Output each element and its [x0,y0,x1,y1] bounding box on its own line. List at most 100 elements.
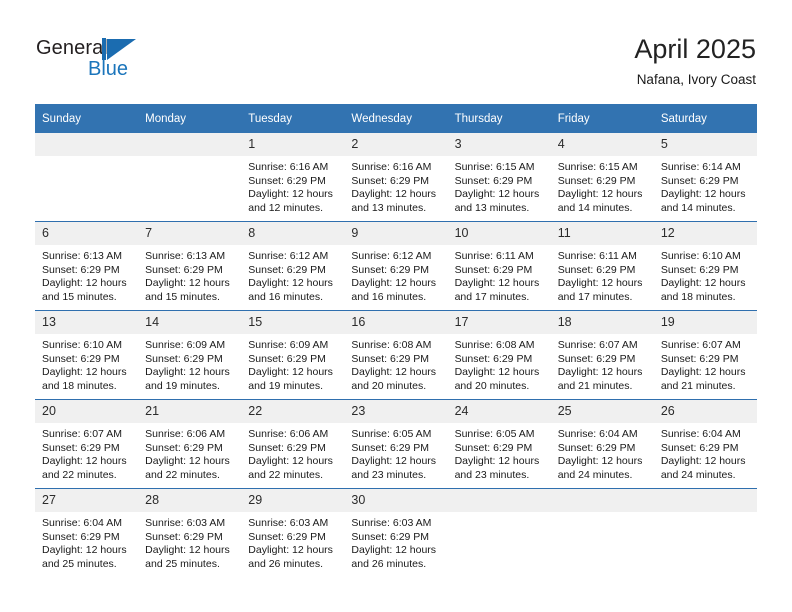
day-info-line: Sunset: 6:29 PM [557,263,636,276]
calendar-day-cell[interactable]: 13 Sunrise: 6:10 AM Sunset: 6:29 PM Dayligh… [35,310,139,400]
calendar-day-cell[interactable]: 20 Sunrise: 6:07 AM Sunset: 6:29 PM Dayligh… [35,399,139,489]
day-info-line: Daylight: 12 hours [145,455,230,468]
day-info-line: and 20 minutes. [351,379,427,392]
day-info-line: and 25 minutes. [145,557,220,570]
day-number: 25 [550,400,654,423]
calendar-day-cell[interactable]: 27 Sunrise: 6:04 AM Sunset: 6:29 PM Dayligh… [35,488,139,577]
calendar-day-cell[interactable]: 29 Sunrise: 6:03 AM Sunset: 6:29 PM Dayligh… [241,488,345,577]
day-info-line: Sunrise: 6:04 AM [42,517,122,529]
calendar-day-cell[interactable]: 21 Sunrise: 6:06 AM Sunset: 6:29 PM Dayligh… [138,399,242,489]
day-number [447,489,551,512]
calendar-day-cell[interactable]: 30 Sunrise: 6:03 AM Sunset: 6:29 PM Dayligh… [344,488,448,577]
day-info-line: Daylight: 12 hours [660,188,746,201]
day-info-line: Sunrise: 6:11 AM [557,250,637,262]
calendar-day-cell[interactable]: 22 Sunrise: 6:06 AM Sunset: 6:29 PM Dayligh… [241,399,345,489]
calendar-header-row: Sunday Monday Tuesday Wednesday Thursday Frid… [35,104,757,133]
day-info-line: Daylight: 12 hours [557,455,643,468]
day-info-line: Daylight: 12 hours [557,366,643,379]
day-info-line: Daylight: 12 hours [145,544,230,557]
calendar-day-cell[interactable]: 12 Sunrise: 6:10 AM Sunset: 6:29 PM Dayligh… [653,221,757,311]
day-info-line: and 17 minutes. [557,290,633,303]
calendar-day-cell[interactable]: 8 Sunrise: 6:12 AM Sunset: 6:29 PM Daylight… [241,221,345,311]
day-info-line: Sunrise: 6:04 AM [660,428,741,440]
day-info-line: Daylight: 12 hours [454,277,540,290]
calendar-day-cell[interactable]: 15 Sunrise: 6:09 AM Sunset: 6:29 PM Dayligh… [241,310,345,400]
day-number: 16 [344,311,448,334]
day-info-line: Sunrise: 6:12 AM [248,250,329,262]
calendar-day-cell[interactable]: 5 Sunrise: 6:14 AM Sunset: 6:29 PM Daylight… [653,133,757,222]
day-info-line: Sunrise: 6:03 AM [145,517,226,529]
calendar-empty-cell [653,488,757,577]
day-info-line: and 21 minutes. [557,379,633,392]
day-info-line: and 13 minutes. [454,201,530,214]
day-info-line: and 14 minutes. [660,201,736,214]
day-number: 4 [550,133,654,156]
calendar-day-cell[interactable]: 28 Sunrise: 6:03 AM Sunset: 6:29 PM Dayligh… [138,488,242,577]
day-number: 17 [447,311,551,334]
calendar-day-cell[interactable]: 2 Sunrise: 6:16 AM Sunset: 6:29 PM Daylight… [344,133,448,222]
calendar-day-cell[interactable]: 23 Sunrise: 6:05 AM Sunset: 6:29 PM Dayligh… [344,399,448,489]
day-sun-info: Sunrise: 6:06 AM Sunset: 6:29 PM Daylight:… [241,423,344,482]
day-info-line: Sunset: 6:29 PM [660,263,739,276]
day-info-line: Daylight: 12 hours [248,455,333,468]
day-info-line: Sunrise: 6:14 AM [660,161,741,173]
calendar-day-cell[interactable]: 18 Sunrise: 6:07 AM Sunset: 6:29 PM Dayligh… [550,310,654,400]
generalblue-logo[interactable]: General Blue [36,36,176,84]
calendar-day-cell[interactable]: 1 Sunrise: 6:16 AM Sunset: 6:29 PM Daylight… [241,133,345,222]
day-sun-info: Sunrise: 6:04 AM Sunset: 6:29 PM Daylight:… [551,423,654,482]
day-info-line: Daylight: 12 hours [248,188,333,201]
calendar-day-cell[interactable]: 6 Sunrise: 6:13 AM Sunset: 6:29 PM Daylight… [35,221,139,311]
day-number: 9 [344,222,448,245]
calendar-day-cell[interactable]: 26 Sunrise: 6:04 AM Sunset: 6:29 PM Dayligh… [653,399,757,489]
day-number: 13 [35,311,139,334]
day-sun-info: Sunrise: 6:10 AM Sunset: 6:29 PM Daylight:… [654,245,757,304]
day-info-line: Sunset: 6:29 PM [660,174,739,187]
day-info-line: Sunrise: 6:16 AM [351,161,432,173]
day-info-line: Sunset: 6:29 PM [248,441,326,454]
calendar-day-cell[interactable]: 11 Sunrise: 6:11 AM Sunset: 6:29 PM Dayligh… [550,221,654,311]
day-info-line: Sunset: 6:29 PM [42,263,120,276]
calendar-day-cell[interactable]: 25 Sunrise: 6:04 AM Sunset: 6:29 PM Dayligh… [550,399,654,489]
calendar-day-cell[interactable]: 4 Sunrise: 6:15 AM Sunset: 6:29 PM Daylight… [550,133,654,222]
day-info-line: Daylight: 12 hours [454,455,540,468]
day-info-line: Daylight: 12 hours [351,188,437,201]
calendar-week-row: 20 Sunrise: 6:07 AM Sunset: 6:29 PM Dayligh… [35,399,757,489]
day-number: 23 [344,400,448,423]
day-info-line: Sunset: 6:29 PM [351,174,430,187]
day-info-line: Sunset: 6:29 PM [660,441,739,454]
day-number: 10 [447,222,551,245]
day-info-line: Sunrise: 6:04 AM [557,428,638,440]
calendar-day-cell[interactable]: 7 Sunrise: 6:13 AM Sunset: 6:29 PM Daylight… [138,221,242,311]
day-info-line: Sunset: 6:29 PM [454,441,533,454]
day-sun-info: Sunrise: 6:11 AM Sunset: 6:29 PM Daylight:… [551,245,654,304]
day-info-line: and 13 minutes. [351,201,427,214]
day-number [653,489,757,512]
day-sun-info: Sunrise: 6:04 AM Sunset: 6:29 PM Daylight:… [35,512,138,571]
day-info-line: Sunrise: 6:06 AM [145,428,226,440]
day-info-line: Daylight: 12 hours [145,366,230,379]
calendar-day-cell[interactable]: 24 Sunrise: 6:05 AM Sunset: 6:29 PM Dayligh… [447,399,551,489]
day-info-line: Daylight: 12 hours [454,188,540,201]
day-info-line: Daylight: 12 hours [248,366,333,379]
calendar-day-cell[interactable]: 19 Sunrise: 6:07 AM Sunset: 6:29 PM Dayligh… [653,310,757,400]
day-info-line: Sunrise: 6:15 AM [557,161,638,173]
day-info-line: Sunset: 6:29 PM [42,441,120,454]
day-info-line: Sunset: 6:29 PM [145,441,223,454]
day-info-line: Daylight: 12 hours [42,277,127,290]
calendar-day-cell[interactable]: 9 Sunrise: 6:12 AM Sunset: 6:29 PM Daylight… [344,221,448,311]
day-info-line: Sunset: 6:29 PM [248,174,326,187]
calendar-day-cell[interactable]: 16 Sunrise: 6:08 AM Sunset: 6:29 PM Dayligh… [344,310,448,400]
day-info-line: Sunset: 6:29 PM [351,352,430,365]
calendar-empty-cell [447,488,551,577]
weekday-header-saturday: Saturday [653,104,757,133]
calendar-day-cell[interactable]: 10 Sunrise: 6:11 AM Sunset: 6:29 PM Dayligh… [447,221,551,311]
day-info-line: Sunrise: 6:13 AM [42,250,122,262]
calendar-day-cell[interactable]: 14 Sunrise: 6:09 AM Sunset: 6:29 PM Dayligh… [138,310,242,400]
day-info-line: Daylight: 12 hours [248,277,333,290]
calendar-day-cell[interactable]: 3 Sunrise: 6:15 AM Sunset: 6:29 PM Daylight… [447,133,551,222]
day-info-line: Sunset: 6:29 PM [454,263,533,276]
calendar-day-cell[interactable]: 17 Sunrise: 6:08 AM Sunset: 6:29 PM Dayligh… [447,310,551,400]
day-number: 20 [35,400,139,423]
calendar-week-row: 1 Sunrise: 6:16 AM Sunset: 6:29 PM Daylight… [35,133,757,222]
day-number: 3 [447,133,551,156]
